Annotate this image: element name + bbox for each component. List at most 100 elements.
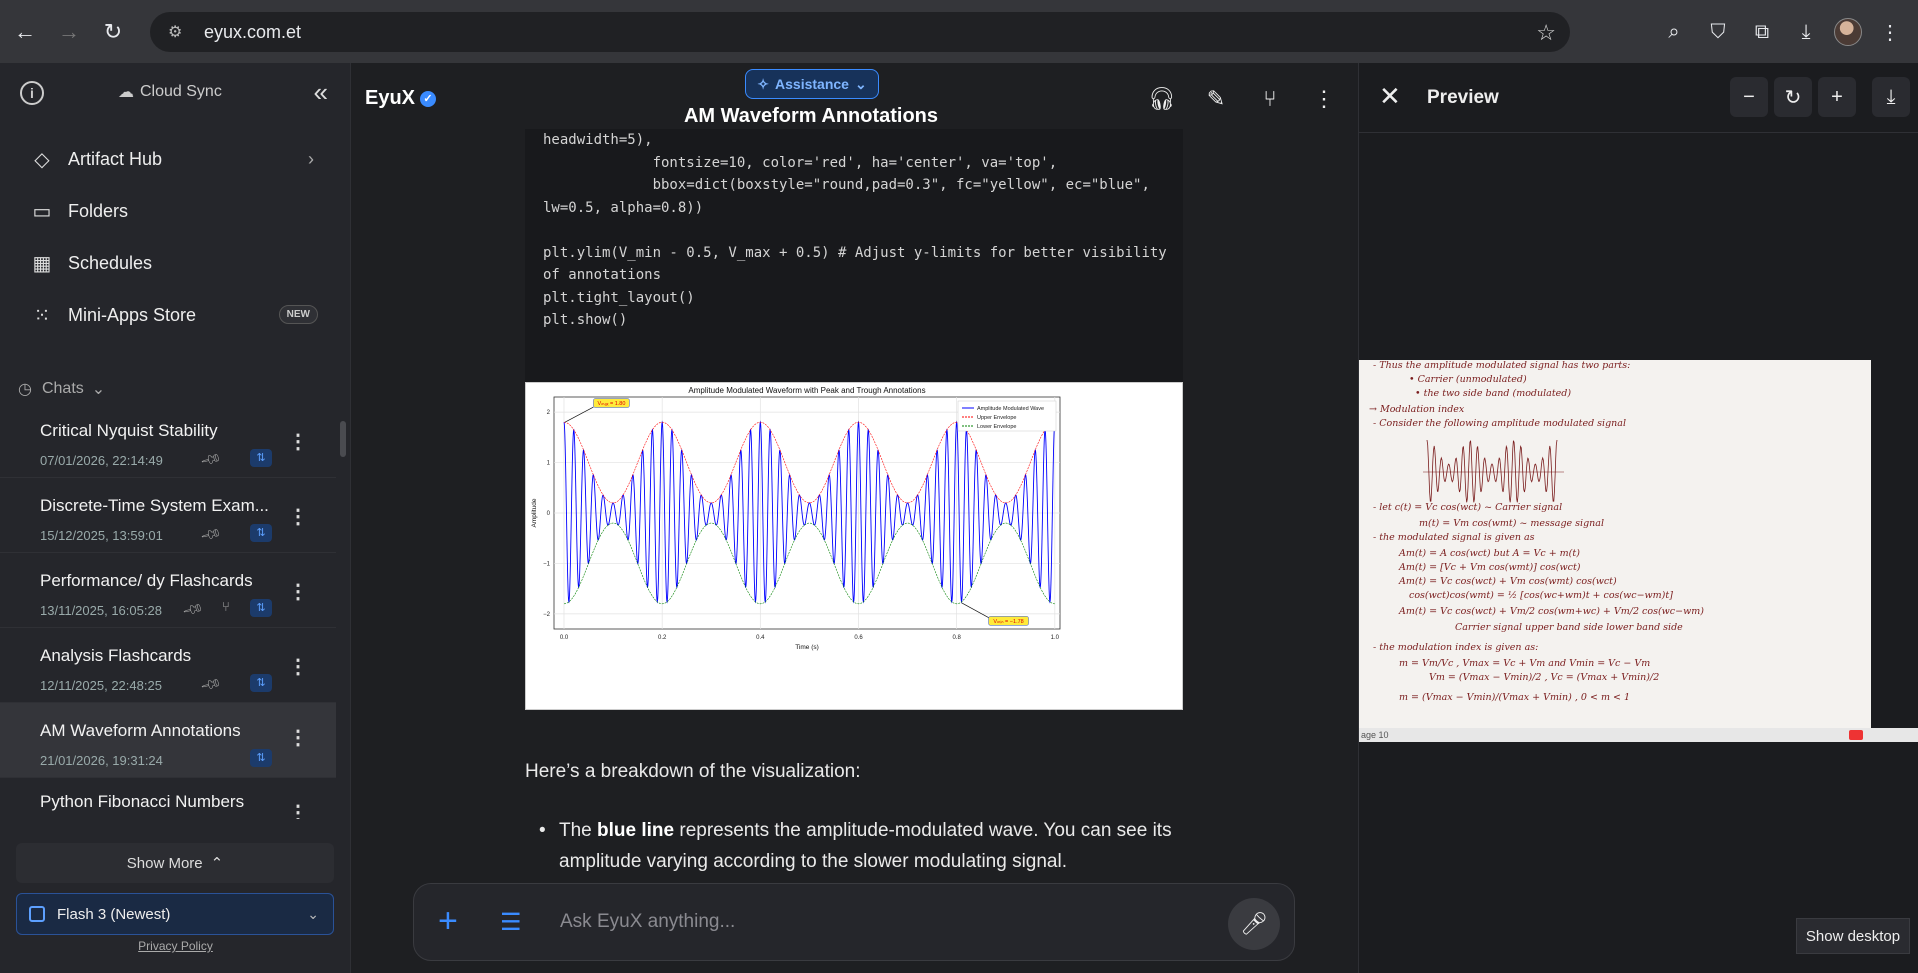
handwritten-line: Am(t) = [Vc + Vm cos(wmt)] cos(wct): [1398, 562, 1581, 573]
chat-options-icon[interactable]: ⋮: [288, 429, 308, 454]
sidebar-item-folders[interactable]: ▭ Folders: [0, 185, 350, 237]
cloud-synced-icon: ⇅: [250, 749, 272, 767]
chat-options-icon[interactable]: ⋮: [288, 504, 308, 529]
zoom-out-icon[interactable]: −: [1730, 77, 1768, 117]
apps-grid-icon: ⁙: [33, 304, 51, 327]
model-selector[interactable]: Flash 3 (Newest) ⌄: [16, 893, 334, 935]
chat-list-item[interactable]: Analysis Flashcards 12/11/2025, 22:48:25…: [0, 628, 336, 703]
profile-avatar[interactable]: [1834, 18, 1862, 46]
add-attachment-icon[interactable]: +: [438, 902, 458, 941]
site-settings-icon[interactable]: ⚙: [168, 22, 188, 42]
extensions-puzzle-icon[interactable]: ⧉: [1746, 16, 1778, 48]
refresh-icon[interactable]: ↻: [1774, 77, 1812, 117]
chat-options-icon[interactable]: ⋮: [288, 800, 308, 819]
chevron-up-icon: ⌃: [210, 855, 224, 872]
show-more-label: Show More: [126, 854, 203, 872]
sidebar-item-label: Mini-Apps Store: [68, 304, 197, 325]
download-icon[interactable]: ⤓: [1872, 77, 1910, 117]
more-options-icon[interactable]: ⋮: [1308, 83, 1340, 115]
fork-branch-icon[interactable]: ⑂: [1254, 83, 1286, 115]
chat-list-item-active[interactable]: AM Waveform Annotations 21/01/2026, 19:3…: [0, 703, 336, 778]
handwritten-line: m(t) = Vm cos(wmt) ~ message signal: [1419, 518, 1604, 529]
folder-icon: ▭: [32, 200, 52, 223]
address-bar[interactable]: ⚙ eyux.com.et ☆: [150, 12, 1570, 52]
handwritten-line: • Carrier (unmodulated): [1409, 374, 1527, 385]
chat-options-icon[interactable]: ⋮: [288, 654, 308, 679]
scrollbar-thumb[interactable]: [340, 421, 346, 457]
legend-label: Amplitude Modulated Wave: [977, 406, 1044, 412]
handwritten-line: Am(t) = Vc cos(wct) + Vm cos(wmt) cos(wc…: [1398, 576, 1617, 587]
assistance-button[interactable]: ✧ Assistance ⌄: [745, 69, 879, 99]
chat-area: headwidth=5), fontsize=10, color='red', …: [351, 63, 1358, 973]
browser-toolbar: ← → ↻ ⚙ eyux.com.et ☆ ⌕ ⛉ ⧉ ⤓ ⋮: [0, 0, 1918, 63]
legend-label: Lower Envelope: [977, 424, 1016, 430]
url-text: eyux.com.et: [204, 21, 302, 42]
show-more-button[interactable]: Show More ⌃: [16, 843, 334, 883]
chart-image: 0.0 0.2 0.4 0.6 0.8 1.0 2 1 0 −1 −2 Amplitude Modul…: [525, 382, 1183, 710]
notes-canvas: - Thus the amplitude modulated signal ha…: [1369, 360, 1704, 703]
chat-date: 12/11/2025, 22:48:25: [40, 678, 162, 693]
chevron-right-icon: ›: [308, 148, 314, 169]
info-icon[interactable]: i: [20, 81, 44, 105]
sidebar-item-mini-apps-store[interactable]: ⁙ Mini-Apps Store NEW: [0, 289, 350, 341]
x-tick-label: 0.2: [658, 635, 667, 641]
chevron-down-icon: ⌄: [91, 381, 106, 398]
chat-title: AM Waveform Annotations: [40, 721, 241, 740]
lens-search-icon[interactable]: ⌕: [1658, 16, 1690, 48]
handwritten-line: • the two side band (modulated): [1415, 388, 1571, 399]
chat-list-item[interactable]: Discrete-Time System Exam... 15/12/2025,…: [0, 478, 336, 553]
microphone-icon[interactable]: 🎤︎: [1228, 898, 1280, 950]
am-waveform-chart: 0.0 0.2 0.4 0.6 0.8 1.0 2 1 0 −1 −2 Amplitude Modul…: [531, 386, 1061, 651]
verified-badge-icon: ✓: [420, 90, 437, 107]
chat-list-scrollbar[interactable]: [338, 403, 348, 823]
x-tick-label: 0.4: [756, 635, 765, 641]
close-icon[interactable]: ✕: [1379, 81, 1401, 112]
reload-icon[interactable]: ↻: [94, 13, 132, 51]
chat-list-item[interactable]: Python Fibonacci Numbers ⋮: [0, 778, 336, 819]
chat-date: 21/01/2026, 19:31:24: [40, 753, 163, 768]
chat-list-item[interactable]: Critical Nyquist Stability 07/01/2026, 2…: [0, 403, 336, 478]
bookmark-star-icon[interactable]: ☆: [1536, 20, 1556, 46]
y-axis-label: Amplitude: [531, 498, 538, 527]
download-icon[interactable]: ⤓: [1790, 16, 1822, 48]
cloud-sync-button[interactable]: ☁ Cloud Sync: [118, 82, 222, 102]
privacy-policy-link[interactable]: Privacy Policy: [0, 939, 351, 953]
shield-extension-icon[interactable]: ⛉: [1702, 16, 1734, 48]
handwritten-line: Carrier signal upper band side lower ban…: [1455, 622, 1683, 633]
zoom-in-icon[interactable]: +: [1818, 77, 1856, 117]
chat-title: Python Fibonacci Numbers: [40, 792, 245, 811]
sidebar-item-schedules[interactable]: ▦ Schedules: [0, 237, 350, 289]
chat-input-bar: + ☰ Ask EyuX anything... 🎤︎: [413, 883, 1295, 961]
new-chat-edit-icon[interactable]: ✎: [1200, 83, 1232, 115]
handwritten-line: → Modulation index: [1369, 404, 1465, 415]
breakdown-heading: Here’s a breakdown of the visualization:: [525, 761, 861, 782]
back-arrow-icon[interactable]: ←: [6, 13, 44, 51]
forward-arrow-icon[interactable]: →: [50, 13, 88, 51]
headphones-icon[interactable]: 🎧︎: [1146, 83, 1178, 115]
chat-date: 15/12/2025, 13:59:01: [40, 528, 163, 543]
sidebar: i ☁ Cloud Sync « ◇ Artifact Hub › ▭ Fold…: [0, 63, 351, 973]
sidebar-item-label: Folders: [68, 200, 129, 221]
show-desktop-tooltip: Show desktop: [1796, 918, 1910, 954]
chat-input[interactable]: Ask EyuX anything...: [560, 911, 735, 933]
handwritten-line: cos(wct)cos(wmt) = ½ [cos(wc+wm)t + cos(…: [1409, 590, 1673, 601]
chat-options-icon[interactable]: ⋮: [288, 725, 308, 750]
chart-title: Amplitude Modulated Waveform with Peak a…: [688, 386, 925, 395]
collapse-sidebar-icon[interactable]: «: [314, 77, 329, 108]
handwritten-line: m = Vm/Vc , Vmax = Vc + Vm and Vmin = Vc…: [1399, 658, 1650, 669]
chat-title: Discrete-Time System Exam...: [40, 496, 269, 515]
chat-options-icon[interactable]: ⋮: [288, 579, 308, 604]
new-badge: NEW: [278, 305, 318, 324]
chat-list-item[interactable]: Performance/ dy Flashcards 13/11/2025, 1…: [0, 553, 336, 628]
sidebar-item-label: Schedules: [68, 252, 153, 273]
bullet-item: The blue line represents the amplitude-m…: [539, 815, 1179, 877]
browser-menu-icon[interactable]: ⋮: [1874, 16, 1906, 48]
sidebar-item-artifact-hub[interactable]: ◇ Artifact Hub ›: [0, 133, 350, 185]
handwritten-line: - the modulated signal is given as: [1373, 532, 1535, 543]
chat-title: Analysis Flashcards: [40, 646, 192, 665]
y-tick-label: −1: [543, 561, 551, 567]
x-tick-label: 0.8: [952, 635, 961, 641]
settings-sliders-icon[interactable]: ☰: [500, 908, 522, 937]
x-tick-label: 0.0: [560, 635, 569, 641]
sparkle-icon: ✧: [757, 75, 770, 92]
